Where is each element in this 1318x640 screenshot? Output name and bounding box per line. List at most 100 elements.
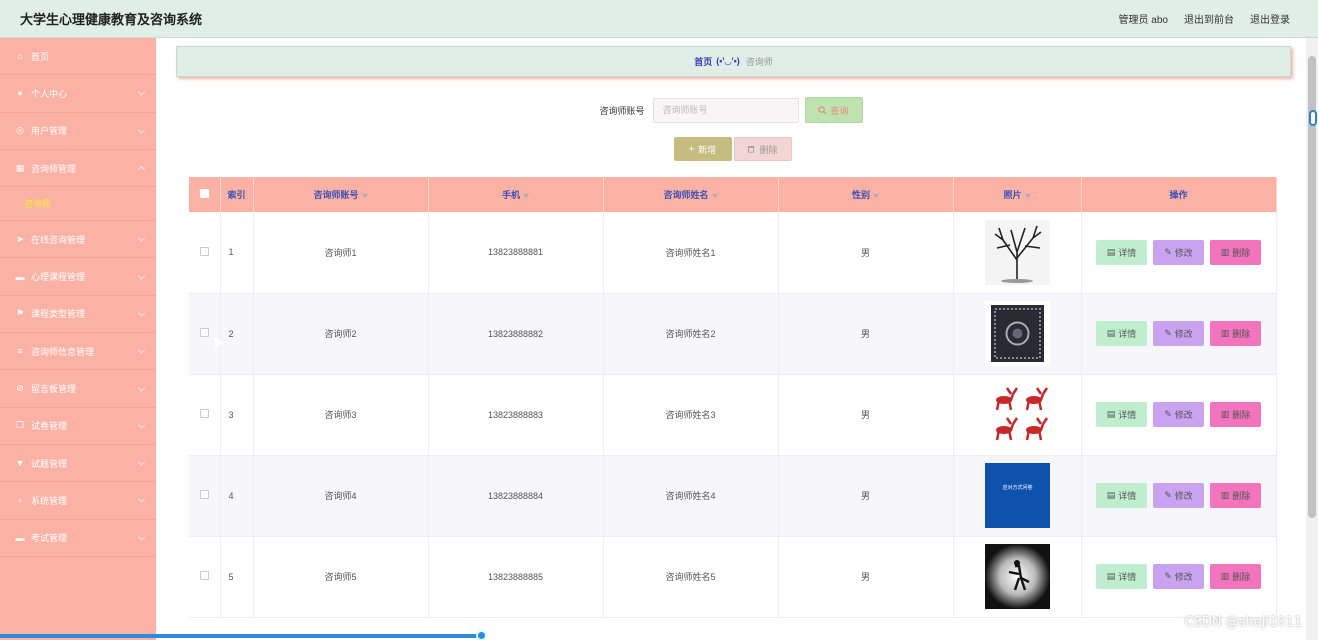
sidebar-item-9[interactable]: ❐ 试卷管理 [0,408,156,445]
col-photo[interactable]: 照片 [953,177,1082,212]
row-checkbox[interactable] [199,246,209,256]
photo-silhouette[interactable] [984,544,1050,609]
detail-button[interactable]: ▤ 详情 [1096,402,1147,427]
search-label: 咨询师账号 [599,105,645,116]
cell-gender: 男 [778,374,954,456]
sidebar-item-8[interactable]: ⊘ 留言板管理 [0,370,156,408]
delete-button[interactable]: ▥ 删除 [1210,239,1261,265]
delete-button[interactable]: ▥ 删除 [1210,402,1261,427]
detail-button[interactable]: ▤ 详情 [1096,483,1147,508]
cell-phone: 13823888881 [428,212,604,294]
sidebar: ⌂ 首页 ● 个人中心 ◎ 用户管理 ▦ 咨询师管理 咨询师 ➤ 在线咨询管理 ▬ 心理课程管理 ⚑ 课程类… [0,38,156,640]
pencil-icon: ✎ [1164,328,1172,338]
sidebar-item-1[interactable]: ● 个人中心 [0,75,156,113]
row-checkbox-cell[interactable] [189,212,221,294]
edit-button[interactable]: ✎ 修改 [1153,483,1204,508]
document-icon: ▤ [1106,409,1116,419]
detail-button[interactable]: ▤ 详情 [1096,239,1147,265]
cell-index: 5 [220,536,254,618]
sort-icon[interactable] [873,193,879,198]
main-content: 首页 (•'◡'•) 咨询师 咨询师账号 查询 + 新增 删除 [156,38,1306,640]
edit-button[interactable]: ✎ 修改 [1153,321,1204,346]
app-title: 大学生心理健康教育及咨询系统 [20,13,203,28]
detail-button[interactable]: ▤ 详情 [1096,564,1147,589]
action-bar: + 新增 删除 [156,137,1306,161]
row-checkbox[interactable] [199,490,209,499]
sidebar-item-label: 咨询师管理 [31,163,77,174]
sidebar-item-4[interactable]: ➤ 在线咨询管理 [0,221,156,259]
add-button[interactable]: + 新增 [673,137,732,161]
sort-icon[interactable] [1024,193,1031,198]
col-name[interactable]: 咨询师姓名 [603,177,779,212]
cell-account: 咨询师4 [253,455,429,537]
sort-icon[interactable] [361,193,368,198]
sort-icon[interactable] [523,193,529,198]
copy-icon: ❐ [15,420,25,431]
photo-rug[interactable] [984,301,1050,366]
sidebar-item-3[interactable]: ▦ 咨询师管理 [0,150,156,188]
breadcrumb-face: (•'◡'•) [716,56,740,66]
breadcrumb-home[interactable]: 首页 [694,55,712,68]
delete-button[interactable]: ▥ 删除 [1210,321,1261,346]
scrollbar[interactable] [1306,38,1318,640]
sort-icon[interactable] [711,193,718,198]
delete-button[interactable]: ▥ 删除 [1210,483,1261,508]
col-index: 索引 [220,177,254,212]
cell-photo: 应对方式问卷 [953,455,1082,537]
progress-handle[interactable] [476,630,487,640]
logout-link[interactable]: 退出登录 [1250,11,1290,26]
search-input[interactable] [652,97,799,123]
chevron-up-icon [137,165,146,174]
sidebar-item-6[interactable]: ⚑ 课程类型管理 [0,296,156,334]
admin-user-label[interactable]: 管理员 abo [1119,11,1168,26]
plus-icon: + [688,144,695,154]
sidebar-item-5[interactable]: ▬ 心理课程管理 [0,258,156,296]
row-checkbox-cell[interactable] [189,293,221,375]
sidebar-item-12[interactable]: ▬ 考试管理 [0,520,156,557]
cell-actions: ▤ 详情 ✎ 修改 ▥ 删除 [1081,536,1277,618]
chevron-down-icon [137,533,146,541]
row-checkbox-cell[interactable] [189,455,221,537]
photo-blue[interactable]: 应对方式问卷 [984,463,1050,528]
back-to-frontend-link[interactable]: 退出到前台 [1184,11,1234,26]
edit-button-label: 修改 [1174,572,1193,582]
col-account-label: 咨询师账号 [313,190,359,200]
sidebar-item-11[interactable]: ♁ 系统管理 [0,482,156,520]
sidebar-item-2[interactable]: ◎ 用户管理 [0,113,156,150]
pencil-icon: ✎ [1164,246,1172,257]
document-icon: ▤ [1106,246,1116,257]
sidebar-subitem-consultant[interactable]: 咨询师 [0,187,156,222]
search-button[interactable]: 查询 [804,97,863,123]
select-all-checkbox[interactable] [199,189,209,198]
sidebar-item-7[interactable]: ≡ 咨询师信息管理 [0,333,156,371]
row-checkbox-cell[interactable] [189,374,221,456]
edit-button[interactable]: ✎ 修改 [1153,239,1204,265]
col-account[interactable]: 咨询师账号 [253,177,429,212]
col-phone[interactable]: 手机 [428,177,604,212]
detail-button[interactable]: ▤ 详情 [1096,321,1147,346]
row-checkbox-cell[interactable] [189,536,221,618]
edit-button[interactable]: ✎ 修改 [1153,402,1204,427]
sidebar-item-10[interactable]: ▼ 试题管理 [0,445,156,483]
edit-button[interactable]: ✎ 修改 [1153,564,1204,589]
cell-actions: ▤ 详情 ✎ 修改 ▥ 删除 [1081,212,1277,294]
trash-icon: ▥ [1220,328,1230,338]
row-checkbox[interactable] [199,571,209,580]
cell-name: 咨询师姓名4 [603,455,779,537]
photo-tree[interactable] [984,219,1050,285]
row-checkbox[interactable] [199,328,209,337]
photo-deer[interactable] [984,382,1050,447]
select-all-checkbox-cell[interactable] [189,177,221,212]
cell-actions: ▤ 详情 ✎ 修改 ▥ 删除 [1081,374,1277,456]
trophy-icon: ▼ [15,458,25,469]
row-checkbox[interactable] [199,409,209,418]
table-row: 5 咨询师5 13823888885 咨询师姓名5 男 ▤ 详情 ✎ 修改 ▥ 删除 [189,536,1277,618]
cell-photo [953,374,1082,456]
sidebar-item-label: 用户管理 [31,126,68,137]
cell-name: 咨询师姓名2 [603,293,779,375]
top-actions: 管理员 abo 退出到前台 退出登录 [1119,11,1290,26]
sidebar-item-0[interactable]: ⌂ 首页 [0,38,156,76]
col-gender[interactable]: 性别 [778,177,954,212]
batch-delete-button[interactable]: 删除 [733,137,792,161]
delete-button[interactable]: ▥ 删除 [1210,564,1261,589]
